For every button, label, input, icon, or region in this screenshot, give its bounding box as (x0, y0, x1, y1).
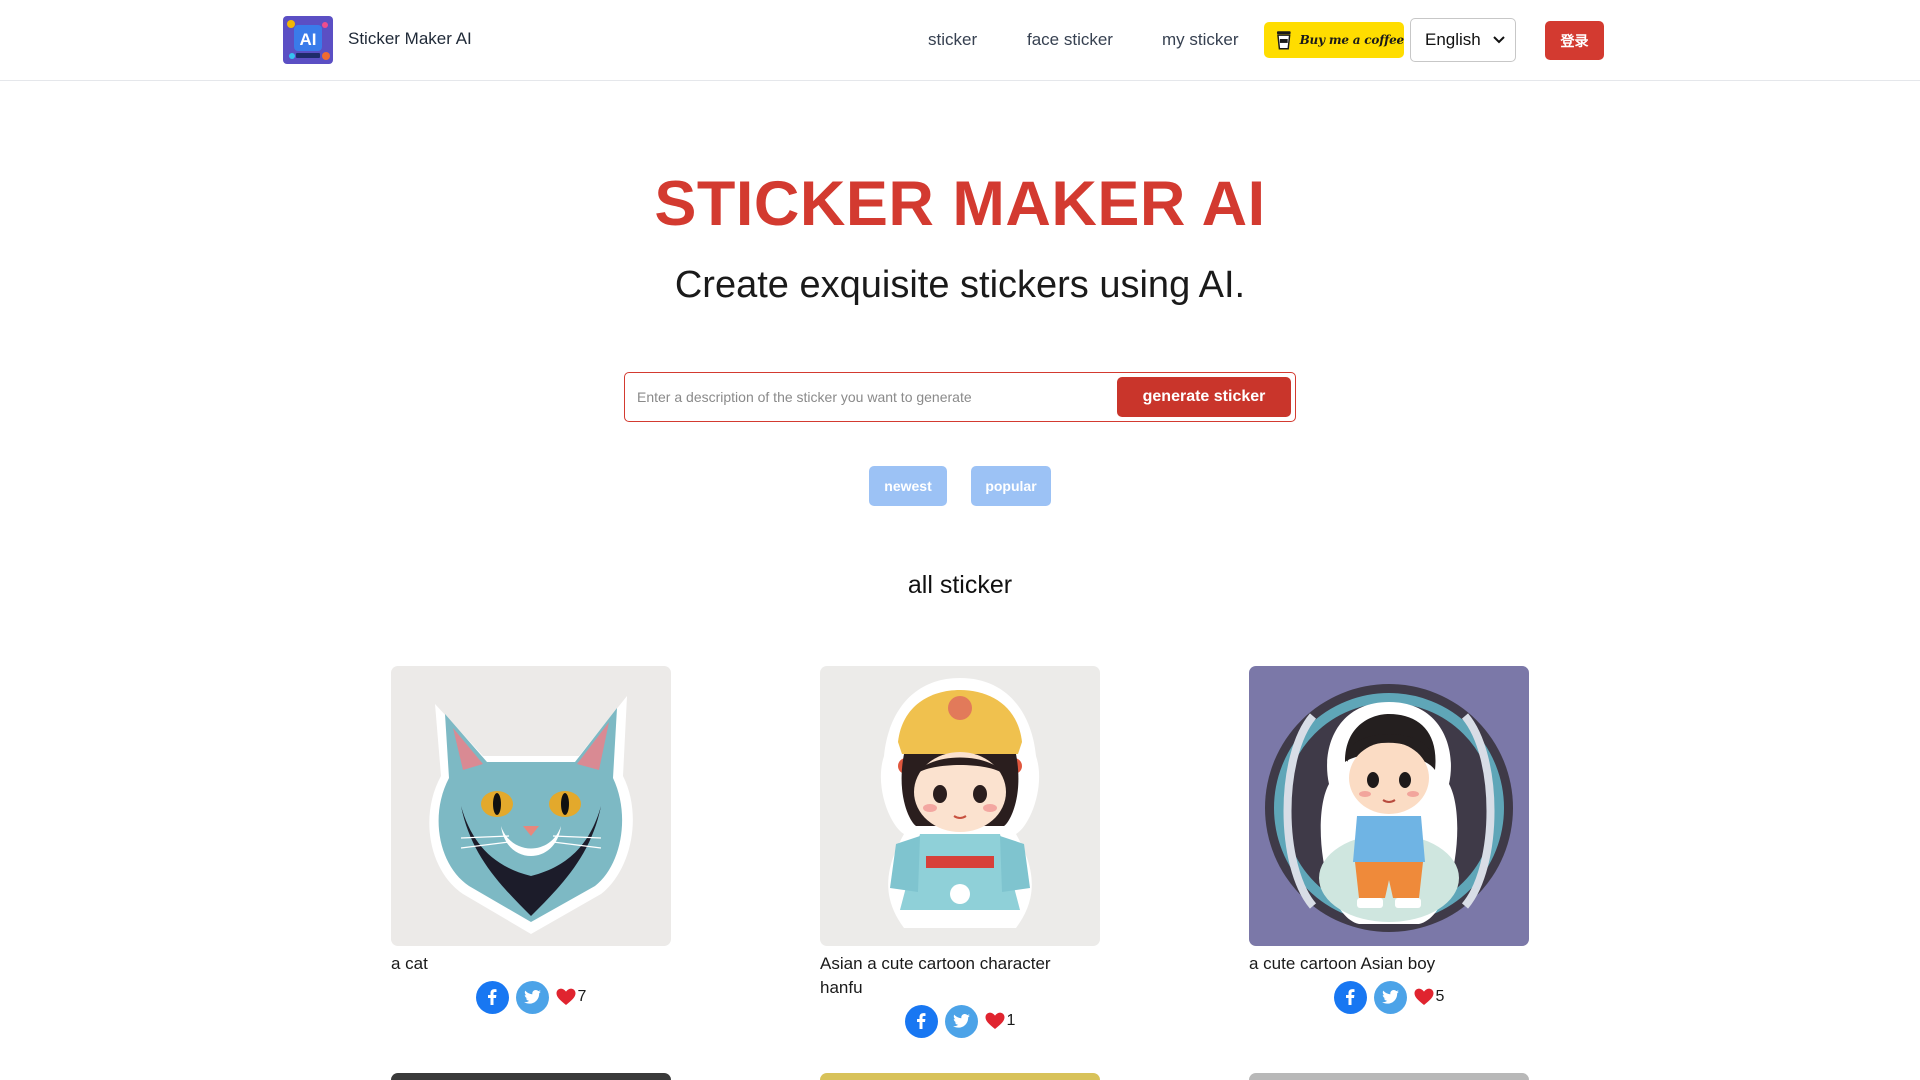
heart-icon (556, 988, 576, 1005)
sticker-caption: a cat (391, 954, 428, 973)
top-navbar: AI Sticker Maker AI sticker face sticker… (0, 0, 1920, 81)
login-button[interactable]: 登录 (1545, 21, 1604, 60)
sticker-image-asian-boy[interactable] (1249, 666, 1529, 946)
section-title: all sticker (907, 571, 1013, 599)
facebook-icon (488, 989, 497, 1005)
facebook-share-button[interactable] (475, 980, 509, 1014)
twitter-icon (1381, 990, 1399, 1004)
sticker-image-next-row[interactable] (820, 1073, 1100, 1080)
sticker-caption: Asian a cute cartoon character hanfu (820, 954, 1051, 997)
heart-icon (1414, 988, 1434, 1005)
sticker-actions: 7 (391, 980, 671, 1014)
brand-name[interactable]: Sticker Maker AI (348, 29, 472, 49)
facebook-share-button[interactable] (904, 1004, 938, 1038)
heart-icon (985, 1012, 1005, 1029)
sticker-card: a cute cartoon Asian boy 5 (1249, 666, 1529, 1014)
sticker-image-cat[interactable] (391, 666, 671, 946)
nav-face-sticker-link[interactable]: face sticker (1027, 30, 1113, 50)
page-title: STICKER MAKER AI (654, 169, 1266, 239)
sticker-image-next-row[interactable] (1249, 1073, 1529, 1080)
page-subtitle: Create exquisite stickers using AI. (674, 264, 1246, 306)
twitter-icon (523, 990, 541, 1004)
buy-me-a-coffee-button[interactable]: Buy me a coffee (1264, 22, 1404, 58)
sticker-image-hanfu-girl[interactable] (820, 666, 1100, 946)
filter-popular-button[interactable]: popular (971, 466, 1051, 506)
facebook-icon (1346, 989, 1355, 1005)
filter-newest-button[interactable]: newest (869, 466, 947, 506)
chevron-down-icon (1493, 36, 1505, 44)
twitter-share-button[interactable] (1373, 980, 1407, 1014)
like-count: 7 (577, 988, 587, 1005)
twitter-icon (952, 1014, 970, 1028)
sticker-description-input[interactable] (637, 381, 1117, 413)
sticker-caption: a cute cartoon Asian boy (1249, 954, 1436, 973)
twitter-share-button[interactable] (515, 980, 549, 1014)
logo-text: AI (300, 30, 317, 49)
sticker-image-next-row[interactable] (391, 1073, 671, 1080)
like-button[interactable]: 5 (1414, 988, 1445, 1006)
coffee-label: Buy me a coffee (1299, 33, 1405, 47)
like-button[interactable]: 7 (556, 988, 587, 1006)
sticker-card: Asian a cute cartoon character hanfu 1 (820, 666, 1100, 1038)
prompt-form: generate sticker (624, 372, 1296, 422)
like-button[interactable]: 1 (985, 1012, 1016, 1030)
language-select[interactable]: English (1410, 18, 1516, 62)
coffee-cup-icon (1276, 31, 1291, 50)
sticker-card: a cat 7 (391, 666, 671, 1014)
sticker-actions: 1 (820, 1004, 1100, 1038)
app-logo-icon[interactable]: AI (283, 16, 333, 64)
facebook-icon (917, 1013, 926, 1029)
generate-sticker-button[interactable]: generate sticker (1117, 377, 1291, 417)
facebook-share-button[interactable] (1333, 980, 1367, 1014)
language-value: English (1425, 30, 1481, 49)
nav-sticker-link[interactable]: sticker (928, 30, 977, 50)
twitter-share-button[interactable] (944, 1004, 978, 1038)
like-count: 5 (1435, 988, 1445, 1005)
like-count: 1 (1006, 1012, 1016, 1029)
sticker-actions: 5 (1249, 980, 1529, 1014)
nav-my-sticker-link[interactable]: my sticker (1162, 30, 1239, 50)
